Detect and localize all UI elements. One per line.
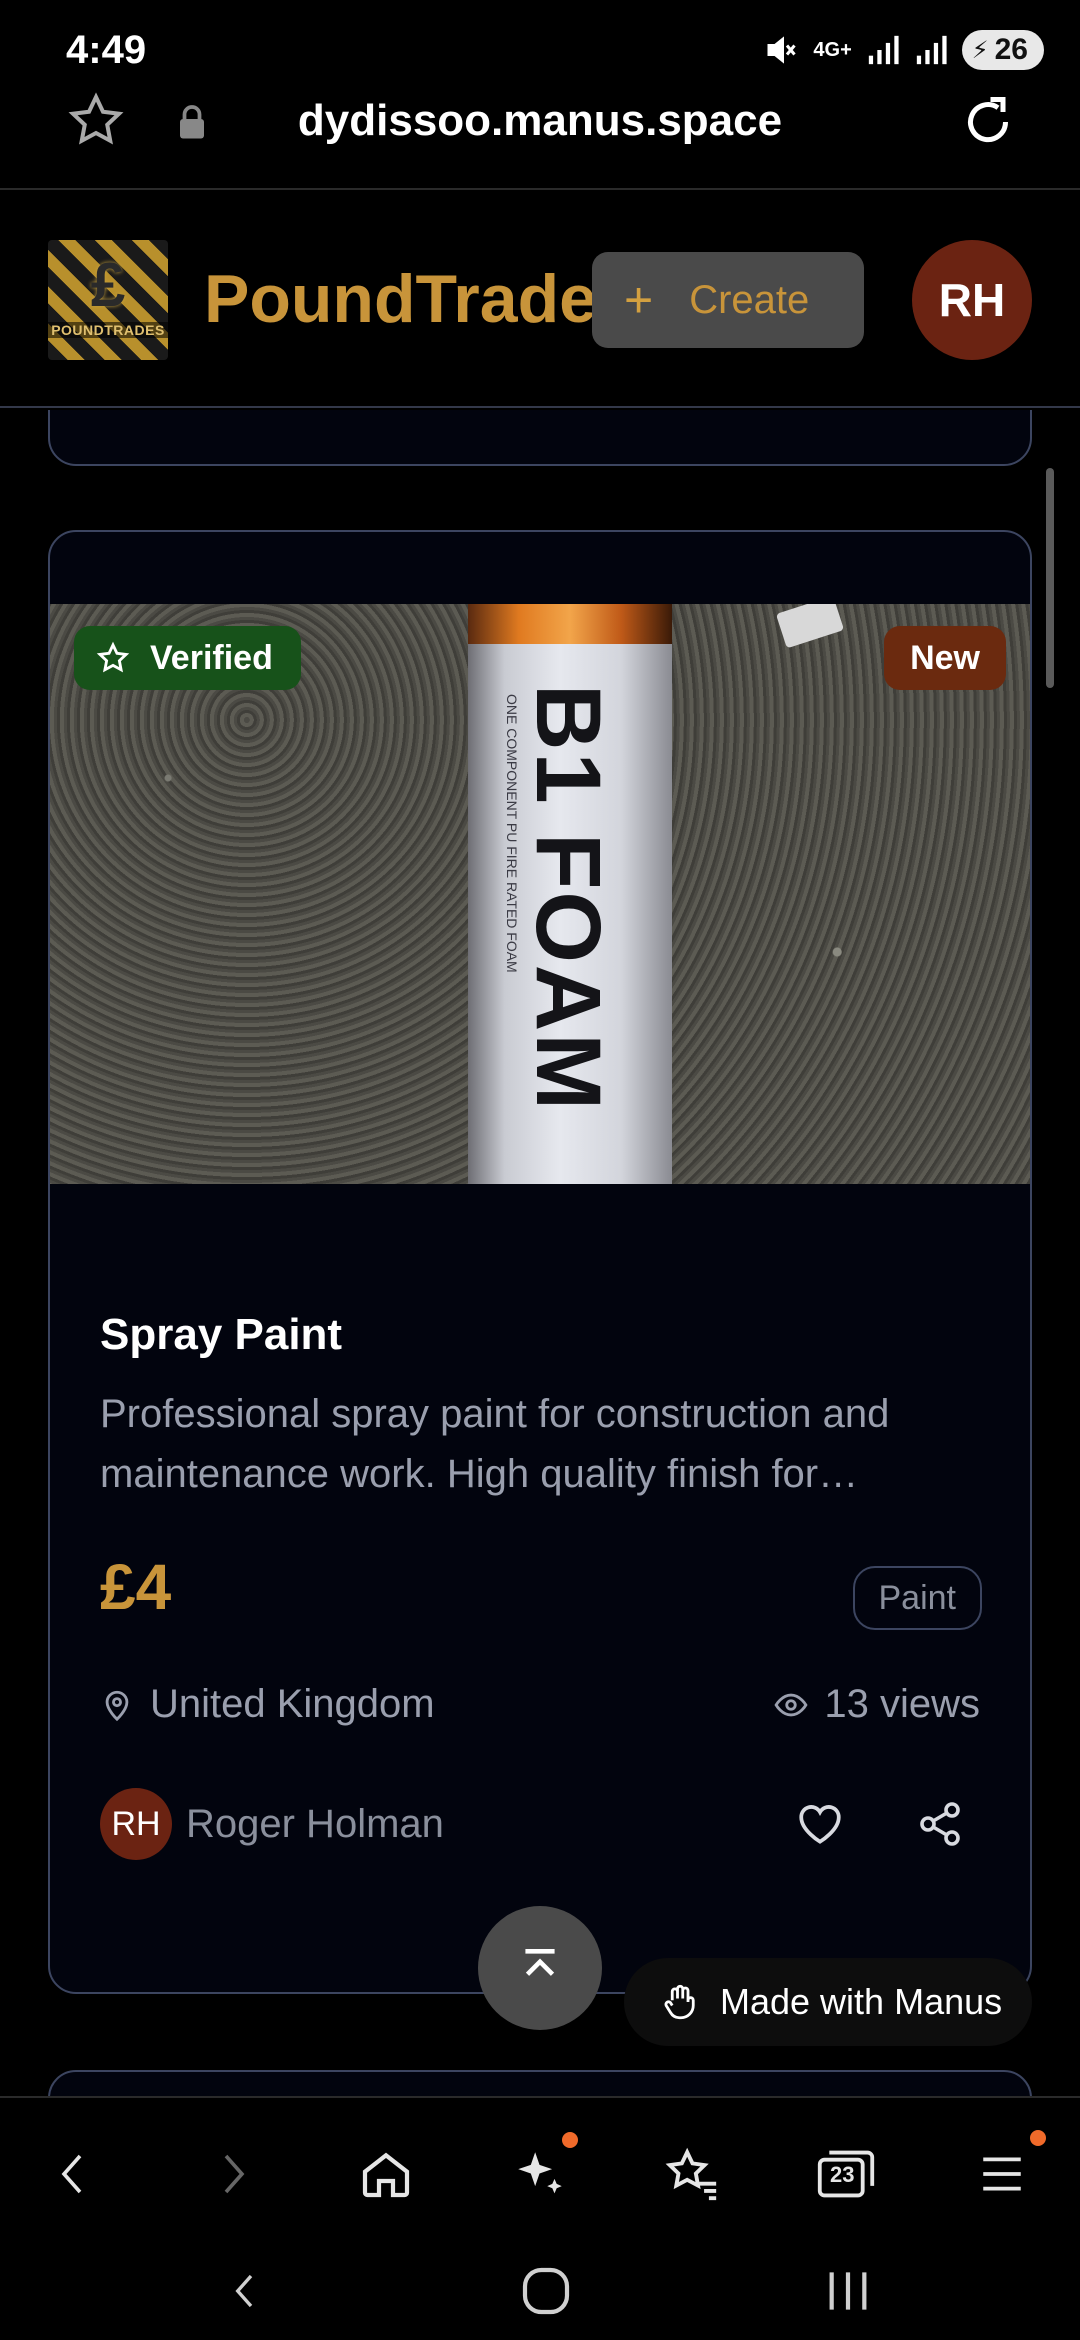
listing-price: £4 <box>100 1551 172 1623</box>
image-can-top <box>468 604 672 644</box>
location-text: United Kingdom <box>150 1682 435 1726</box>
location-pin-icon <box>105 1690 129 1721</box>
chevron-left-icon <box>61 2154 82 2194</box>
hand-icon <box>664 1984 695 2020</box>
create-label: Create <box>689 277 810 322</box>
verified-badge: Verified <box>74 626 301 690</box>
system-home-button[interactable] <box>506 2256 586 2326</box>
hamburger-menu-icon <box>983 2157 1021 2191</box>
menu-button[interactable] <box>966 2130 1046 2210</box>
poundtrades-logo[interactable]: £ POUNDTRADES <box>48 240 168 360</box>
verified-label: Verified <box>150 638 273 677</box>
share-icon <box>920 1802 960 1846</box>
home-square-icon <box>522 2267 570 2315</box>
image-debris <box>775 604 845 649</box>
battery-level: 26 <box>994 33 1028 66</box>
notification-dot <box>1030 2130 1046 2146</box>
plus-icon: + <box>624 272 654 328</box>
star-icon <box>96 641 130 673</box>
listing-image[interactable]: ONE COMPONENT PU FIRE RATED FOAM B1 FOAM <box>50 604 1030 1184</box>
status-bar: 4:49 4G+ ⚡ 26 <box>0 0 1080 90</box>
favorite-button[interactable] <box>786 1790 854 1858</box>
user-avatar[interactable]: RH <box>912 240 1032 360</box>
recents-icon <box>829 2272 867 2310</box>
made-with-label: Made with Manus <box>720 1981 1003 2022</box>
app-header: £ POUNDTRADES PoundTrade + Create RH <box>0 192 1080 408</box>
system-recents-button[interactable] <box>808 2256 888 2326</box>
heart-icon <box>799 1805 841 1844</box>
url-text[interactable]: dydissoo.manus.space <box>0 96 1080 146</box>
brand-name[interactable]: PoundTrade <box>204 260 597 338</box>
mute-icon <box>767 36 797 64</box>
new-badge: New <box>884 626 1006 690</box>
charging-icon: ⚡ <box>971 36 989 64</box>
forward-button[interactable] <box>196 2138 268 2210</box>
battery-indicator: ⚡ 26 <box>961 30 1044 70</box>
browser-toolbar: 23 <box>0 2096 1080 2236</box>
back-chevron-icon <box>235 2274 253 2308</box>
bookmarks-button[interactable] <box>656 2138 728 2210</box>
seller-info[interactable]: RH Roger Holman <box>100 1788 444 1860</box>
status-icons: 4G+ ⚡ 26 <box>763 30 1044 70</box>
listing-title[interactable]: Spray Paint <box>100 1310 342 1360</box>
views-text: 13 views <box>824 1682 980 1726</box>
image-can-label: B1 FOAM <box>517 684 619 1112</box>
seller-avatar[interactable]: RH <box>100 1788 172 1860</box>
home-button[interactable] <box>350 2138 422 2210</box>
back-button[interactable] <box>38 2138 110 2210</box>
star-list-icon <box>665 2147 717 2201</box>
create-button[interactable]: + Create <box>592 252 864 348</box>
category-tag[interactable]: Paint <box>852 1566 982 1630</box>
previous-listing-card[interactable] <box>48 410 1032 466</box>
logo-text: POUNDTRADES <box>48 322 168 338</box>
system-nav-bar <box>0 2236 1080 2340</box>
browser-url-bar: dydissoo.manus.space <box>0 90 1080 190</box>
scrollbar-thumb[interactable] <box>1046 468 1054 688</box>
eye-icon <box>774 1693 808 1716</box>
status-time: 4:49 <box>66 28 147 72</box>
system-back-button[interactable] <box>206 2256 286 2326</box>
share-button[interactable] <box>906 1790 974 1858</box>
seller-name[interactable]: Roger Holman <box>186 1802 444 1847</box>
listing-feed[interactable]: ONE COMPONENT PU FIRE RATED FOAM B1 FOAM… <box>0 410 1080 2096</box>
signal-icon-2 <box>916 35 947 65</box>
listing-description: Professional spray paint for constructio… <box>100 1392 890 1496</box>
listing-location: United Kingdom <box>100 1682 435 1727</box>
tabs-button[interactable]: 23 <box>810 2138 882 2210</box>
listing-views: 13 views <box>772 1682 980 1727</box>
tabs-count: 23 <box>830 2162 855 2187</box>
listing-card[interactable]: ONE COMPONENT PU FIRE RATED FOAM B1 FOAM… <box>48 530 1032 1994</box>
reload-icon[interactable] <box>958 92 1018 152</box>
chevron-right-icon <box>224 2154 245 2194</box>
notification-dot <box>562 2132 578 2148</box>
signal-icon <box>868 35 899 65</box>
scroll-to-top-button[interactable] <box>478 1906 602 2030</box>
next-listing-card[interactable] <box>48 2070 1032 2096</box>
ai-assistant-button[interactable] <box>504 2132 578 2210</box>
logo-glyph: £ <box>90 251 126 320</box>
arrow-up-to-top-icon <box>525 1949 555 1976</box>
network-type: 4G+ <box>813 38 852 61</box>
home-icon <box>362 2152 410 2198</box>
made-with-manus-badge[interactable]: Made with Manus <box>624 1958 1032 2046</box>
sparkles-icon <box>518 2152 562 2194</box>
